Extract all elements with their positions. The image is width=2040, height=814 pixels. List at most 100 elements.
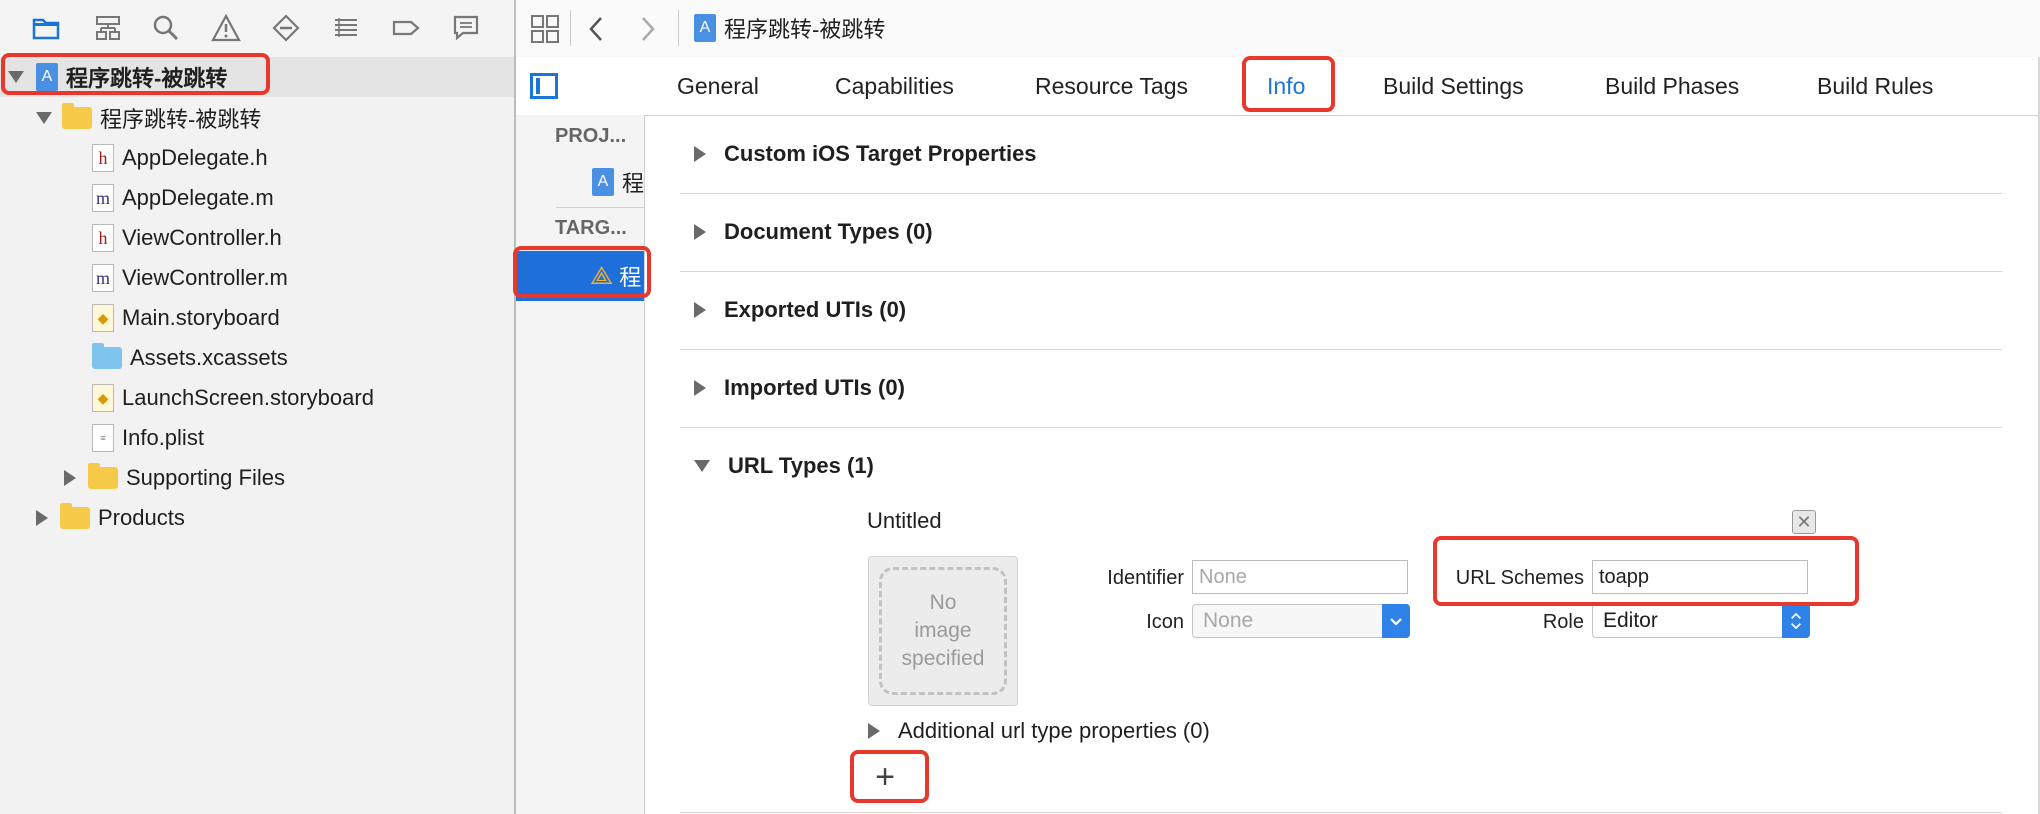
disclosure-down-icon[interactable] bbox=[36, 112, 52, 124]
tab-build-phases[interactable]: Build Phases bbox=[1605, 69, 1739, 103]
tab-build-settings[interactable]: Build Settings bbox=[1383, 69, 1524, 103]
url-type-image-well[interactable]: No image specified bbox=[868, 556, 1018, 706]
file-row-appdelegate-h[interactable]: h AppDelegate.h bbox=[92, 138, 268, 178]
project-section-header: PROJ... bbox=[555, 125, 627, 147]
image-placeholder-line: image bbox=[914, 619, 972, 642]
section-imported-utis[interactable]: Imported UTIs (0) bbox=[680, 349, 2002, 428]
section-custom-ios-target-properties[interactable]: Custom iOS Target Properties bbox=[680, 115, 2002, 194]
divider bbox=[678, 10, 679, 46]
file-name: Products bbox=[98, 505, 185, 530]
group-name: 程序跳转-被跳转 bbox=[100, 107, 262, 132]
icon-popup[interactable]: None bbox=[1192, 604, 1410, 638]
project-icon: A bbox=[592, 168, 614, 196]
supporting-files-row[interactable]: Supporting Files bbox=[64, 458, 285, 498]
identifier-field[interactable]: None bbox=[1192, 560, 1408, 594]
tab-info[interactable]: Info bbox=[1267, 69, 1305, 103]
file-row-main-storyboard[interactable]: ◆ Main.storyboard bbox=[92, 298, 280, 338]
disclosure-right-icon[interactable] bbox=[694, 380, 706, 396]
selected-target-row[interactable]: ⟁ 程 bbox=[516, 251, 644, 301]
tab-general[interactable]: General bbox=[677, 69, 759, 103]
file-name: Info.plist bbox=[122, 425, 204, 450]
url-type-title: Untitled bbox=[867, 508, 942, 533]
project-icon: A bbox=[36, 63, 58, 91]
file-name: LaunchScreen.storyboard bbox=[122, 385, 374, 410]
remove-url-type-close-icon[interactable]: ✕ bbox=[1792, 510, 1816, 534]
folder-icon bbox=[60, 503, 90, 529]
section-title: Document Types (0) bbox=[724, 219, 933, 244]
list-icon[interactable] bbox=[328, 12, 364, 44]
up-down-arrows-icon bbox=[1782, 604, 1810, 638]
disclosure-right-icon[interactable] bbox=[694, 224, 706, 240]
sidebar-toggle-icon[interactable] bbox=[530, 73, 558, 99]
divider bbox=[680, 812, 2002, 813]
project-icon: A bbox=[694, 14, 716, 42]
group-row[interactable]: 程序跳转-被跳转 bbox=[36, 98, 261, 138]
section-url-types[interactable]: URL Types (1) bbox=[680, 427, 2002, 505]
tab-capabilities[interactable]: Capabilities bbox=[835, 69, 954, 103]
folder-icon[interactable] bbox=[28, 12, 64, 44]
file-row-appdelegate-m[interactable]: m AppDelegate.m bbox=[92, 178, 274, 218]
tag-icon[interactable] bbox=[388, 12, 424, 44]
file-row-viewcontroller-m[interactable]: m ViewController.m bbox=[92, 258, 288, 298]
header-file-icon: h bbox=[92, 224, 114, 252]
plist-file-icon: ≡ bbox=[92, 424, 114, 452]
additional-properties-label: Additional url type properties (0) bbox=[898, 718, 1210, 743]
project-targets-list: PROJ... A 程 TARG... ⟁ 程 bbox=[516, 115, 645, 814]
app-target-icon: ⟁ bbox=[590, 260, 614, 290]
divider bbox=[556, 207, 644, 208]
search-icon[interactable] bbox=[148, 12, 184, 44]
forward-chevron-icon[interactable] bbox=[636, 14, 660, 44]
disclosure-right-icon[interactable] bbox=[64, 470, 76, 486]
storyboard-file-icon: ◆ bbox=[92, 304, 114, 332]
navigator-toolbar bbox=[0, 0, 514, 58]
header-file-icon: h bbox=[92, 144, 114, 172]
editor-tab-bar: General Capabilities Resource Tags Info … bbox=[516, 57, 2040, 116]
asset-catalog-icon bbox=[92, 343, 122, 369]
breadcrumb-project: 程序跳转-被跳转 bbox=[724, 17, 886, 42]
section-title: Exported UTIs (0) bbox=[724, 297, 907, 322]
test-diamond-icon[interactable] bbox=[268, 12, 304, 44]
disclosure-right-icon[interactable] bbox=[868, 723, 880, 739]
file-row-assets[interactable]: Assets.xcassets bbox=[92, 338, 288, 378]
file-row-viewcontroller-h[interactable]: h ViewController.h bbox=[92, 218, 282, 258]
disclosure-down-icon[interactable] bbox=[694, 460, 710, 472]
tab-build-rules[interactable]: Build Rules bbox=[1817, 69, 1933, 103]
file-name: ViewController.h bbox=[122, 225, 282, 250]
file-row-info-plist[interactable]: ≡ Info.plist bbox=[92, 418, 204, 458]
warning-icon[interactable] bbox=[208, 12, 244, 44]
role-popup-value: Editor bbox=[1603, 609, 1658, 632]
disclosure-right-icon[interactable] bbox=[694, 302, 706, 318]
implementation-file-icon: m bbox=[92, 264, 114, 292]
back-chevron-icon[interactable] bbox=[584, 14, 608, 44]
additional-properties-row[interactable]: Additional url type properties (0) bbox=[868, 716, 1210, 746]
url-schemes-field[interactable]: toapp bbox=[1592, 560, 1808, 594]
section-title: URL Types (1) bbox=[728, 453, 874, 478]
targets-section-header: TARG... bbox=[555, 217, 627, 239]
identifier-label: Identifier bbox=[1107, 567, 1184, 589]
section-title: Custom iOS Target Properties bbox=[724, 141, 1037, 166]
role-label: Role bbox=[1542, 611, 1584, 633]
project-item-label: 程 bbox=[622, 171, 645, 196]
add-url-type-button[interactable]: + bbox=[868, 760, 902, 794]
disclosure-right-icon[interactable] bbox=[36, 510, 48, 526]
implementation-file-icon: m bbox=[92, 184, 114, 212]
folder-icon bbox=[88, 463, 118, 489]
section-document-types[interactable]: Document Types (0) bbox=[680, 193, 2002, 272]
disclosure-down-icon[interactable] bbox=[8, 71, 24, 83]
url-schemes-label: URL Schemes bbox=[1455, 567, 1584, 589]
project-list-item[interactable]: A 程 bbox=[592, 165, 644, 199]
breadcrumb[interactable]: A 程序跳转-被跳转 bbox=[694, 12, 885, 44]
comment-icon[interactable] bbox=[448, 12, 484, 44]
role-popup[interactable]: Editor bbox=[1592, 604, 1810, 638]
file-name: Supporting Files bbox=[126, 465, 285, 490]
section-exported-utis[interactable]: Exported UTIs (0) bbox=[680, 271, 2002, 350]
products-row[interactable]: Products bbox=[36, 498, 185, 538]
file-name: Assets.xcassets bbox=[130, 345, 288, 370]
tab-resource-tags[interactable]: Resource Tags bbox=[1035, 69, 1188, 103]
project-root-row[interactable]: A 程序跳转-被跳转 bbox=[8, 57, 227, 97]
related-items-grid-icon[interactable] bbox=[530, 14, 560, 44]
file-row-launchscreen[interactable]: ◆ LaunchScreen.storyboard bbox=[92, 378, 374, 418]
hierarchy-icon[interactable] bbox=[90, 12, 126, 44]
disclosure-right-icon[interactable] bbox=[694, 146, 706, 162]
file-name: ViewController.m bbox=[122, 265, 288, 290]
